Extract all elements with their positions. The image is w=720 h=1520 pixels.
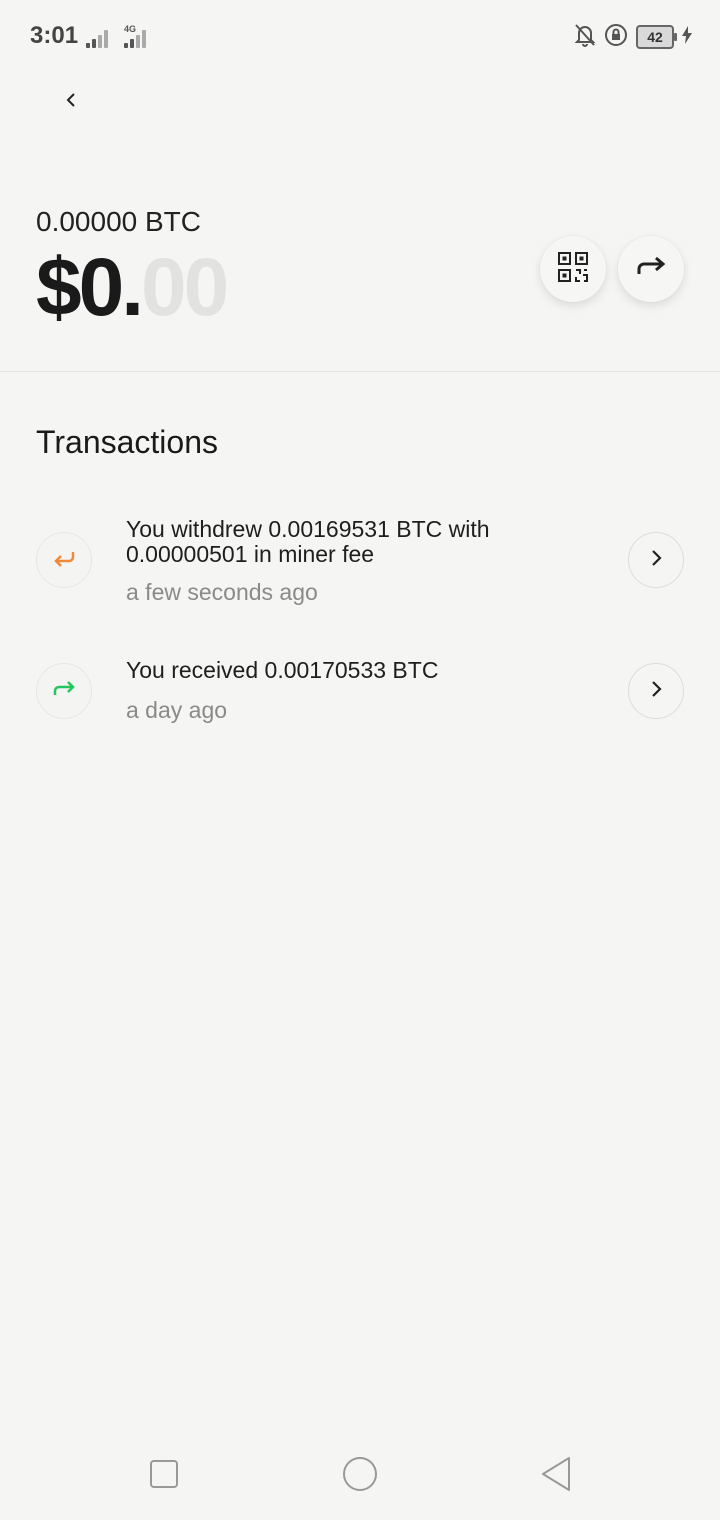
back-button[interactable] [56,84,88,120]
chevron-left-icon [66,92,78,113]
forward-arrow-icon [636,256,666,283]
chevron-right-icon [650,549,662,572]
transaction-detail-button[interactable] [628,532,684,588]
system-nav-bar [0,1430,720,1520]
square-icon [148,1458,180,1495]
status-bar: 3:01 4G 42 [0,0,720,74]
signal-strength-icon-2 [124,26,148,48]
withdraw-indicator [36,532,92,588]
usd-balance-cents: 00 [141,242,229,333]
usd-balance-main: $0. [36,242,144,333]
usd-balance: $0.00 [36,242,229,333]
bell-off-icon [574,23,596,52]
triangle-back-icon [539,1456,573,1497]
transaction-row-withdraw[interactable]: You withdrew 0.00169531 BTC with 0.00000… [0,505,720,615]
return-arrow-icon [51,549,77,572]
circle-icon [341,1455,379,1498]
rotation-lock-icon [604,23,628,52]
transaction-title: You received 0.00170533 BTC [126,657,439,683]
back-nav-button[interactable] [534,1454,578,1498]
status-time: 3:01 [30,22,79,49]
chevron-right-icon [650,680,662,703]
battery-level: 42 [647,29,663,45]
qr-receive-button[interactable] [540,236,606,302]
signal-strength-icon [86,26,112,48]
send-button[interactable] [618,236,684,302]
section-divider [0,371,720,372]
transaction-detail-button[interactable] [628,663,684,719]
home-button[interactable] [338,1454,382,1498]
btc-balance: 0.00000 BTC [36,206,201,237]
qr-code-icon [557,251,589,288]
transaction-time: a day ago [126,697,228,723]
transaction-title: You withdrew 0.00169531 BTC with 0.00000… [126,516,490,567]
transaction-time: a few seconds ago [126,579,318,605]
receive-indicator [36,663,92,719]
transactions-heading: Transactions [36,424,218,460]
forward-arrow-icon [51,680,77,703]
battery-indicator: 42 [636,25,677,49]
recent-apps-button[interactable] [142,1454,186,1498]
transaction-row-receive[interactable]: You received 0.00170533 BTC a day ago [0,650,720,740]
charging-icon [682,25,692,49]
